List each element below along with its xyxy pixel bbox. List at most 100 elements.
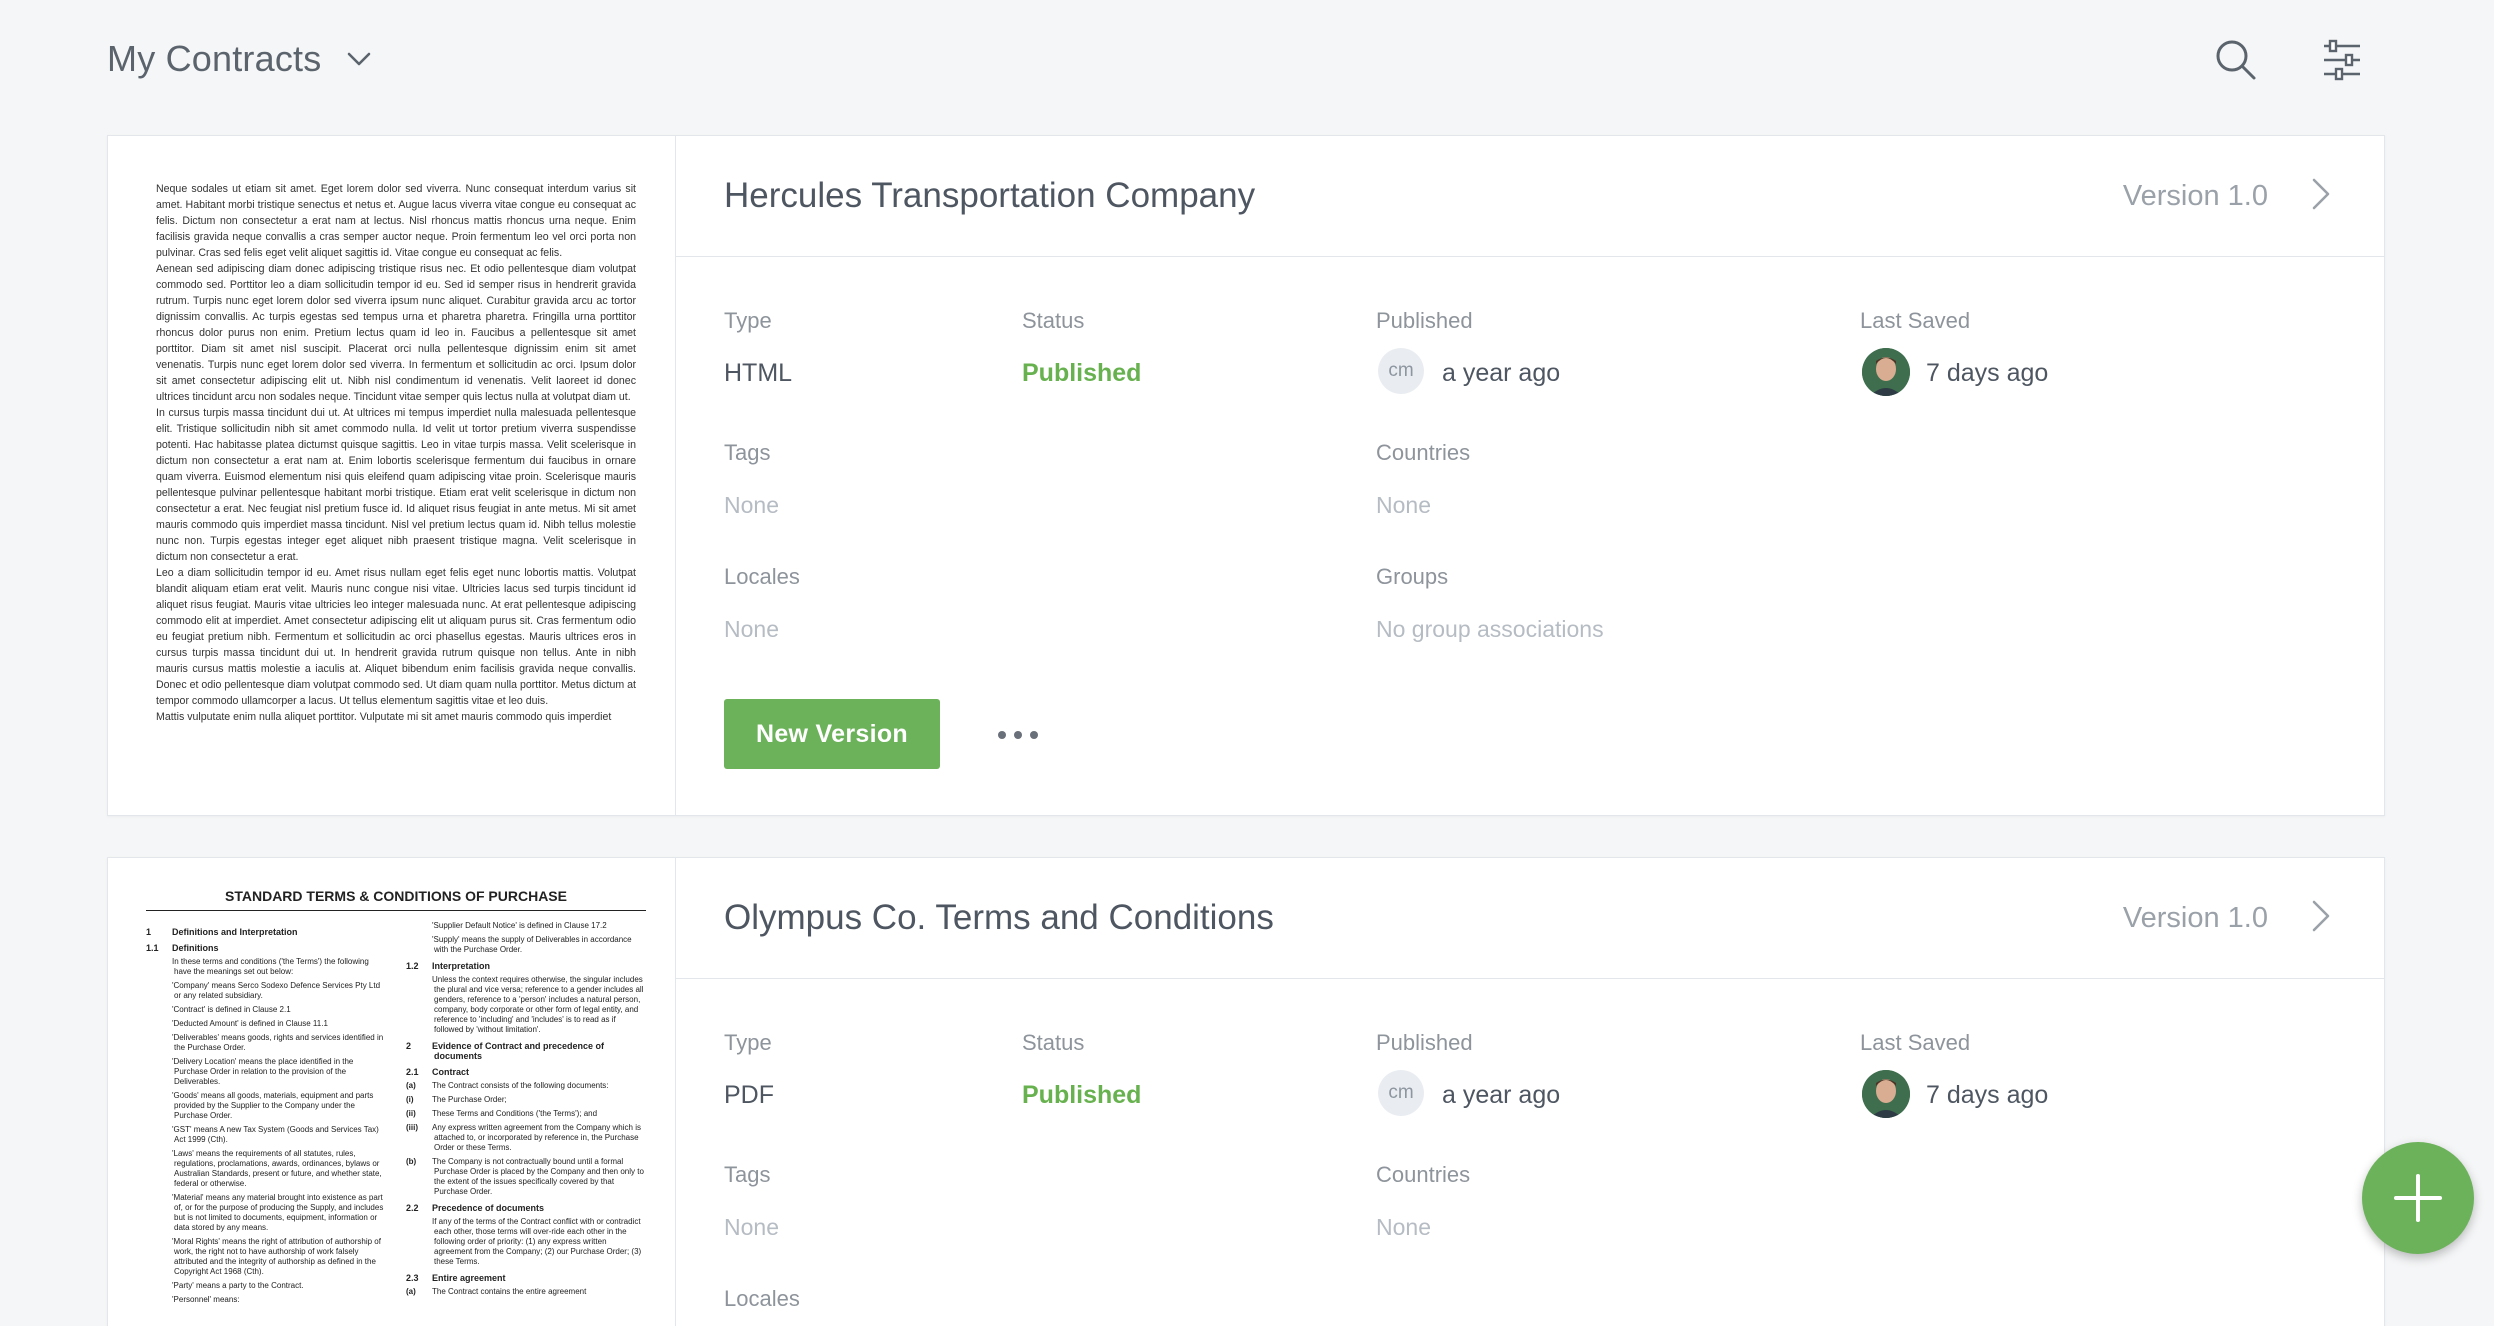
contract-name[interactable]: Hercules Transportation Company [724, 176, 1255, 216]
pdf-preview: STANDARD TERMS & CONDITIONS OF PURCHASE … [146, 888, 646, 1326]
top-bar: My Contracts [0, 0, 2494, 120]
pdf-clause-text: 'Delivery Location' means the place iden… [172, 1057, 354, 1086]
pdf-title: STANDARD TERMS & CONDITIONS OF PURCHASE [146, 888, 646, 911]
type-label: Type [724, 308, 772, 333]
type-label: Type [724, 1030, 772, 1055]
tags-label: Tags [724, 440, 771, 465]
pdf-clause-text: Entire agreement [432, 1273, 506, 1283]
contract-details: Hercules Transportation Company Version … [676, 136, 2384, 815]
chevron-right-icon[interactable] [2306, 174, 2336, 214]
avatar [1862, 348, 1910, 396]
pdf-line: (a) The Contract contains the entire agre… [406, 1287, 646, 1297]
pdf-line: (ii) These Terms and Conditions ('the Ter… [406, 1109, 646, 1119]
avatar [1862, 1070, 1910, 1118]
pdf-line: 'Deliverables' means goods, rights and s… [146, 1033, 386, 1053]
pdf-clause-text: 'Company' means Serco Sodexo Defence Ser… [172, 981, 381, 1000]
groups-label: Groups [1376, 564, 1449, 589]
published-time: a year ago [1442, 1081, 1561, 1109]
contract-card: Neque sodales ut etiam sit amet. Eget lo… [107, 135, 2385, 816]
contract-header[interactable]: Hercules Transportation Company Version … [676, 136, 2384, 257]
pdf-clause-number: 2.3 [406, 1273, 419, 1283]
pdf-column-left: 1 Definitions and Interpretation 1.1 Defini… [146, 921, 386, 1309]
pdf-clause-number: 1.1 [146, 943, 159, 953]
page-title: My Contracts [107, 38, 322, 79]
pdf-heading: 1 Definitions and Interpretation [146, 927, 386, 937]
pdf-line: (b) The Company is not contractually boun… [406, 1157, 646, 1197]
groups-value: No group associations [1376, 616, 1604, 642]
status-label: Status [1022, 308, 1085, 333]
locales-value: None [724, 616, 779, 642]
contract-details: Olympus Co. Terms and Conditions Version… [676, 858, 2384, 1326]
pdf-line: 'Material' means any material brought in… [146, 1193, 386, 1233]
last-saved-time: 7 days ago [1926, 1081, 2049, 1109]
contract-card: STANDARD TERMS & CONDITIONS OF PURCHASE … [107, 857, 2385, 1326]
locales-label: Locales [724, 1286, 800, 1311]
contract-header[interactable]: Olympus Co. Terms and Conditions Version… [676, 858, 2384, 979]
pdf-heading: 2 Evidence of Contract and precedence of … [406, 1041, 646, 1061]
more-options-icon[interactable] [998, 728, 1038, 742]
pdf-line: 'Personnel' means: [146, 1295, 386, 1305]
pdf-clause-text: Interpretation [432, 961, 491, 971]
pdf-line: Unless the context requires otherwise, t… [406, 975, 646, 1035]
pdf-clause-number: (i) [406, 1095, 414, 1104]
pdf-clause-text: 'Supplier Default Notice' is defined in … [432, 921, 607, 930]
preview-paragraph: Mattis vulputate enim nulla aliquet port… [156, 711, 612, 723]
pdf-clause-text: 'Personnel' means: [172, 1295, 240, 1304]
pdf-line: (iii) Any express written agreement from … [406, 1123, 646, 1153]
last-saved-label: Last Saved [1860, 308, 1971, 333]
pdf-clause-text: The Purchase Order; [432, 1095, 507, 1104]
status-badge: Published [1022, 359, 1142, 387]
publisher-avatar: cm [1378, 1070, 1424, 1116]
chevron-right-icon[interactable] [2306, 896, 2336, 936]
pdf-clause-text: In these terms and conditions ('the Term… [172, 957, 369, 976]
pdf-clause-text: Definitions and Interpretation [172, 927, 298, 937]
pdf-heading: 2.2 Precedence of documents [406, 1203, 646, 1213]
contract-name[interactable]: Olympus Co. Terms and Conditions [724, 898, 1274, 938]
pdf-line: 'Supplier Default Notice' is defined in … [406, 921, 646, 931]
pdf-line: 'GST' means A new Tax System (Goods and … [146, 1125, 386, 1145]
pdf-heading: 2.1 Contract [406, 1067, 646, 1077]
pdf-line: 'Supply' means the supply of Deliverable… [406, 935, 646, 955]
preview-paragraph: In cursus turpis massa tincidunt dui ut.… [156, 407, 636, 563]
document-preview[interactable]: STANDARD TERMS & CONDITIONS OF PURCHASE … [108, 858, 676, 1326]
plus-icon [2394, 1174, 2442, 1222]
pdf-clause-text: 'Material' means any material brought in… [172, 1193, 384, 1232]
chevron-down-icon [348, 52, 371, 66]
pdf-clause-number: (ii) [406, 1109, 416, 1118]
pdf-clause-text: These Terms and Conditions ('the Terms')… [432, 1109, 598, 1118]
pdf-line: 'Moral Rights' means the right of attrib… [146, 1237, 386, 1277]
countries-value: None [1376, 492, 1431, 518]
pdf-line: 'Laws' means the requirements of all sta… [146, 1149, 386, 1189]
user-photo-icon [1862, 1070, 1910, 1118]
pdf-clause-text: 'Goods' means all goods, materials, equi… [172, 1091, 374, 1120]
pdf-column-right: 'Supplier Default Notice' is defined in … [406, 921, 646, 1309]
search-icon[interactable] [2212, 36, 2260, 84]
document-preview[interactable]: Neque sodales ut etiam sit amet. Eget lo… [108, 136, 676, 815]
pdf-line: 'Delivery Location' means the place iden… [146, 1057, 386, 1087]
pdf-clause-number: 2.1 [406, 1067, 419, 1077]
pdf-heading: 1.1 Definitions [146, 943, 386, 953]
pdf-clause-number: 1 [146, 927, 152, 937]
add-contract-button[interactable] [2362, 1142, 2474, 1254]
pdf-clause-text: 'Contract' is defined in Clause 2.1 [172, 1005, 291, 1014]
new-version-button[interactable]: New Version [724, 699, 940, 769]
contracts-view-dropdown[interactable]: My Contracts [107, 38, 375, 80]
published-time: a year ago [1442, 359, 1561, 387]
user-photo-icon [1862, 348, 1910, 396]
pdf-clause-number: (iii) [406, 1123, 418, 1132]
countries-value: None [1376, 1214, 1431, 1240]
pdf-clause-text: 'Laws' means the requirements of all sta… [172, 1149, 382, 1188]
pdf-heading: 2.3 Entire agreement [406, 1273, 646, 1283]
preview-paragraph: Leo a diam sollicitudin tempor id eu. Am… [156, 567, 636, 707]
pdf-line: (i) The Purchase Order; [406, 1095, 646, 1105]
pdf-line: If any of the terms of the Contract conf… [406, 1217, 646, 1267]
tags-value: None [724, 492, 779, 518]
pdf-clause-text: 'Deducted Amount' is defined in Clause 1… [172, 1019, 328, 1028]
pdf-line: 'Goods' means all goods, materials, equi… [146, 1091, 386, 1121]
countries-label: Countries [1376, 1162, 1471, 1187]
pdf-clause-text: 'Party' means a party to the Contract. [172, 1281, 304, 1290]
type-value: PDF [724, 1081, 774, 1109]
countries-label: Countries [1376, 440, 1471, 465]
pdf-clause-number: (b) [406, 1157, 417, 1166]
filter-icon[interactable] [2318, 36, 2366, 84]
